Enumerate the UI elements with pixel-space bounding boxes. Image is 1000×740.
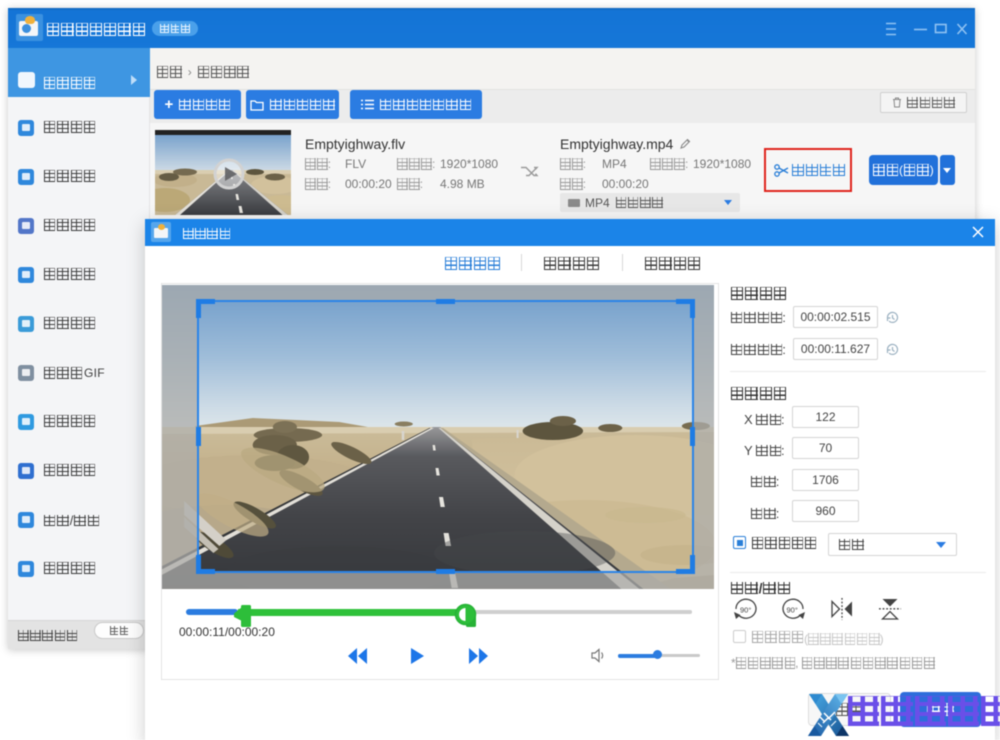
svg-text:90°: 90° (787, 606, 798, 615)
svg-text:90°: 90° (740, 606, 751, 615)
